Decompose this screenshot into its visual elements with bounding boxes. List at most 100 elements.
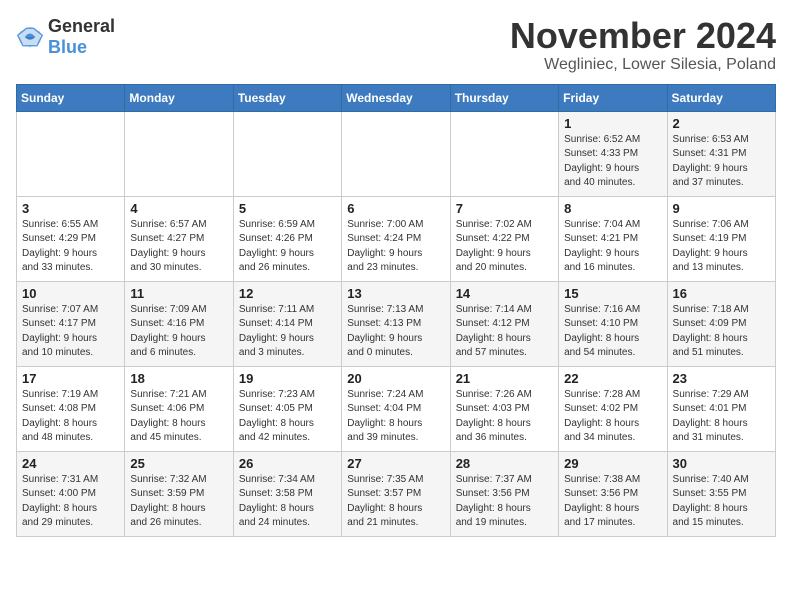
- day-info: Sunrise: 7:34 AM Sunset: 3:58 PM Dayligh…: [239, 473, 336, 531]
- day-number: 26: [239, 456, 336, 471]
- day-info: Sunrise: 7:21 AM Sunset: 4:06 PM Dayligh…: [130, 388, 227, 446]
- day-info: Sunrise: 7:29 AM Sunset: 4:01 PM Dayligh…: [673, 388, 770, 446]
- weekday-header-sunday: Sunday: [17, 84, 125, 111]
- calendar-cell: 27Sunrise: 7:35 AM Sunset: 3:57 PM Dayli…: [342, 451, 450, 536]
- day-info: Sunrise: 7:38 AM Sunset: 3:56 PM Dayligh…: [564, 473, 661, 531]
- calendar-cell: 18 Sunrise: 7:21 AM Sunset: 4:06 PM Dayli…: [125, 366, 233, 451]
- logo-general: General: [48, 16, 115, 36]
- calendar-cell: 17Sunrise: 7:19 AM Sunset: 4:08 PM Dayli…: [17, 366, 125, 451]
- calendar-cell: [233, 111, 341, 196]
- day-number: 9: [673, 201, 770, 216]
- day-number: 5: [239, 201, 336, 216]
- calendar-cell: 25Sunrise: 7:32 AM Sunset: 3:59 PM Dayli…: [125, 451, 233, 536]
- calendar-cell: 15 Sunrise: 7:16 AM Sunset: 4:10 PM Dayli…: [559, 281, 667, 366]
- calendar-cell: 20 Sunrise: 7:24 AM Sunset: 4:04 PM Dayli…: [342, 366, 450, 451]
- day-info: Sunrise: 7:40 AM Sunset: 3:55 PM Dayligh…: [673, 473, 770, 531]
- day-info: Sunrise: 7:31 AM Sunset: 4:00 PM Dayligh…: [22, 473, 119, 531]
- logo-icon: [16, 23, 44, 51]
- day-info: Sunrise: 7:23 AM Sunset: 4:05 PM Dayligh…: [239, 388, 336, 446]
- logo: General Blue: [16, 16, 115, 58]
- day-info: Sunrise: 7:24 AM Sunset: 4:04 PM Dayligh…: [347, 388, 444, 446]
- calendar-cell: 28Sunrise: 7:37 AM Sunset: 3:56 PM Dayli…: [450, 451, 558, 536]
- calendar-cell: 11 Sunrise: 7:09 AM Sunset: 4:16 PM Dayli…: [125, 281, 233, 366]
- calendar-cell: 26 Sunrise: 7:34 AM Sunset: 3:58 PM Dayli…: [233, 451, 341, 536]
- day-info: Sunrise: 6:55 AM Sunset: 4:29 PM Dayligh…: [22, 218, 119, 276]
- calendar-cell: 30 Sunrise: 7:40 AM Sunset: 3:55 PM Dayli…: [667, 451, 775, 536]
- day-number: 12: [239, 286, 336, 301]
- calendar-cell: 6 Sunrise: 7:00 AM Sunset: 4:24 PM Daylig…: [342, 196, 450, 281]
- day-number: 24: [22, 456, 119, 471]
- day-number: 19: [239, 371, 336, 386]
- calendar-cell: 1Sunrise: 6:52 AM Sunset: 4:33 PM Daylig…: [559, 111, 667, 196]
- day-number: 18: [130, 371, 227, 386]
- calendar-cell: 9 Sunrise: 7:06 AM Sunset: 4:19 PM Daylig…: [667, 196, 775, 281]
- day-number: 11: [130, 286, 227, 301]
- calendar-cell: 22 Sunrise: 7:28 AM Sunset: 4:02 PM Dayli…: [559, 366, 667, 451]
- day-info: Sunrise: 6:53 AM Sunset: 4:31 PM Dayligh…: [673, 133, 770, 191]
- title-block: November 2024 Wegliniec, Lower Silesia, …: [510, 16, 776, 74]
- day-number: 22: [564, 371, 661, 386]
- day-number: 17: [22, 371, 119, 386]
- calendar-cell: [125, 111, 233, 196]
- calendar-table: SundayMondayTuesdayWednesdayThursdayFrid…: [16, 84, 776, 537]
- logo-text: General Blue: [48, 16, 115, 58]
- day-info: Sunrise: 6:52 AM Sunset: 4:33 PM Dayligh…: [564, 133, 661, 191]
- day-number: 16: [673, 286, 770, 301]
- calendar-cell: 7Sunrise: 7:02 AM Sunset: 4:22 PM Daylig…: [450, 196, 558, 281]
- day-number: 14: [456, 286, 553, 301]
- day-number: 20: [347, 371, 444, 386]
- calendar-cell: 16 Sunrise: 7:18 AM Sunset: 4:09 PM Dayli…: [667, 281, 775, 366]
- day-number: 3: [22, 201, 119, 216]
- calendar-cell: 24 Sunrise: 7:31 AM Sunset: 4:00 PM Dayli…: [17, 451, 125, 536]
- day-info: Sunrise: 7:06 AM Sunset: 4:19 PM Dayligh…: [673, 218, 770, 276]
- day-number: 25: [130, 456, 227, 471]
- day-info: Sunrise: 7:11 AM Sunset: 4:14 PM Dayligh…: [239, 303, 336, 361]
- calendar-cell: 2 Sunrise: 6:53 AM Sunset: 4:31 PM Daylig…: [667, 111, 775, 196]
- month-title: November 2024: [510, 16, 776, 56]
- calendar-cell: [342, 111, 450, 196]
- day-info: Sunrise: 7:35 AM Sunset: 3:57 PM Dayligh…: [347, 473, 444, 531]
- day-info: Sunrise: 7:18 AM Sunset: 4:09 PM Dayligh…: [673, 303, 770, 361]
- calendar-cell: 8 Sunrise: 7:04 AM Sunset: 4:21 PM Daylig…: [559, 196, 667, 281]
- weekday-header-saturday: Saturday: [667, 84, 775, 111]
- day-info: Sunrise: 7:07 AM Sunset: 4:17 PM Dayligh…: [22, 303, 119, 361]
- logo-blue: Blue: [48, 37, 87, 57]
- weekday-header-monday: Monday: [125, 84, 233, 111]
- location-title: Wegliniec, Lower Silesia, Poland: [510, 56, 776, 74]
- day-number: 15: [564, 286, 661, 301]
- day-number: 4: [130, 201, 227, 216]
- weekday-header-thursday: Thursday: [450, 84, 558, 111]
- day-number: 23: [673, 371, 770, 386]
- calendar-cell: 23 Sunrise: 7:29 AM Sunset: 4:01 PM Dayli…: [667, 366, 775, 451]
- calendar-cell: 5 Sunrise: 6:59 AM Sunset: 4:26 PM Daylig…: [233, 196, 341, 281]
- day-info: Sunrise: 7:37 AM Sunset: 3:56 PM Dayligh…: [456, 473, 553, 531]
- calendar-week-row: 1Sunrise: 6:52 AM Sunset: 4:33 PM Daylig…: [17, 111, 776, 196]
- calendar-cell: 19 Sunrise: 7:23 AM Sunset: 4:05 PM Dayli…: [233, 366, 341, 451]
- calendar-cell: [17, 111, 125, 196]
- day-number: 2: [673, 116, 770, 131]
- day-number: 30: [673, 456, 770, 471]
- weekday-header-row: SundayMondayTuesdayWednesdayThursdayFrid…: [17, 84, 776, 111]
- day-info: Sunrise: 7:28 AM Sunset: 4:02 PM Dayligh…: [564, 388, 661, 446]
- day-info: Sunrise: 7:02 AM Sunset: 4:22 PM Dayligh…: [456, 218, 553, 276]
- day-info: Sunrise: 7:00 AM Sunset: 4:24 PM Dayligh…: [347, 218, 444, 276]
- day-info: Sunrise: 7:04 AM Sunset: 4:21 PM Dayligh…: [564, 218, 661, 276]
- calendar-cell: 12 Sunrise: 7:11 AM Sunset: 4:14 PM Dayli…: [233, 281, 341, 366]
- calendar-cell: 14 Sunrise: 7:14 AM Sunset: 4:12 PM Dayli…: [450, 281, 558, 366]
- weekday-header-friday: Friday: [559, 84, 667, 111]
- day-number: 8: [564, 201, 661, 216]
- calendar-cell: 13Sunrise: 7:13 AM Sunset: 4:13 PM Dayli…: [342, 281, 450, 366]
- day-info: Sunrise: 7:16 AM Sunset: 4:10 PM Dayligh…: [564, 303, 661, 361]
- page-header: General Blue November 2024 Wegliniec, Lo…: [16, 16, 776, 74]
- day-info: Sunrise: 7:09 AM Sunset: 4:16 PM Dayligh…: [130, 303, 227, 361]
- calendar-cell: 4 Sunrise: 6:57 AM Sunset: 4:27 PM Daylig…: [125, 196, 233, 281]
- day-info: Sunrise: 7:14 AM Sunset: 4:12 PM Dayligh…: [456, 303, 553, 361]
- day-number: 10: [22, 286, 119, 301]
- day-info: Sunrise: 6:57 AM Sunset: 4:27 PM Dayligh…: [130, 218, 227, 276]
- calendar-week-row: 3 Sunrise: 6:55 AM Sunset: 4:29 PM Daylig…: [17, 196, 776, 281]
- day-info: Sunrise: 7:26 AM Sunset: 4:03 PM Dayligh…: [456, 388, 553, 446]
- calendar-cell: 10 Sunrise: 7:07 AM Sunset: 4:17 PM Dayli…: [17, 281, 125, 366]
- calendar-cell: 29Sunrise: 7:38 AM Sunset: 3:56 PM Dayli…: [559, 451, 667, 536]
- day-number: 6: [347, 201, 444, 216]
- day-info: Sunrise: 6:59 AM Sunset: 4:26 PM Dayligh…: [239, 218, 336, 276]
